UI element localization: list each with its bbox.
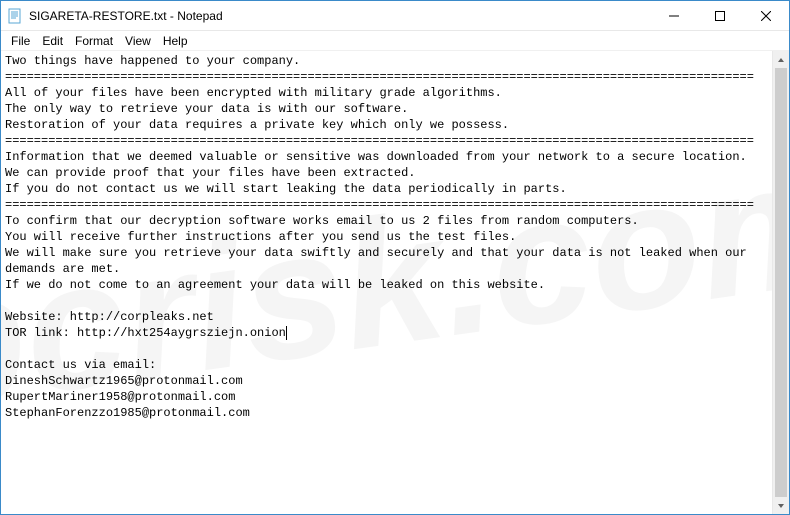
text-body-post: Contact us via email: DineshSchwartz1965… (5, 358, 250, 420)
window-controls (651, 1, 789, 30)
menu-view[interactable]: View (119, 33, 157, 49)
scroll-thumb[interactable] (775, 68, 787, 497)
menu-edit[interactable]: Edit (36, 33, 69, 49)
text-body-pre: Two things have happened to your company… (5, 54, 754, 340)
vertical-scrollbar[interactable] (772, 51, 789, 514)
close-button[interactable] (743, 1, 789, 30)
minimize-button[interactable] (651, 1, 697, 30)
window-title: SIGARETA-RESTORE.txt - Notepad (29, 9, 223, 23)
titlebar: SIGARETA-RESTORE.txt - Notepad (1, 1, 789, 31)
menu-help[interactable]: Help (157, 33, 194, 49)
text-area[interactable]: pcrisk.comTwo things have happened to yo… (1, 51, 772, 514)
scroll-down-button[interactable] (773, 497, 789, 514)
scroll-track[interactable] (773, 68, 789, 497)
notepad-icon (7, 8, 23, 24)
notepad-window: SIGARETA-RESTORE.txt - Notepad File Edit… (0, 0, 790, 515)
menubar: File Edit Format View Help (1, 31, 789, 51)
scroll-up-button[interactable] (773, 51, 789, 68)
menu-file[interactable]: File (5, 33, 36, 49)
content-wrap: pcrisk.comTwo things have happened to yo… (1, 51, 789, 514)
text-caret (286, 326, 287, 340)
maximize-button[interactable] (697, 1, 743, 30)
menu-format[interactable]: Format (69, 33, 119, 49)
titlebar-left: SIGARETA-RESTORE.txt - Notepad (1, 8, 223, 24)
